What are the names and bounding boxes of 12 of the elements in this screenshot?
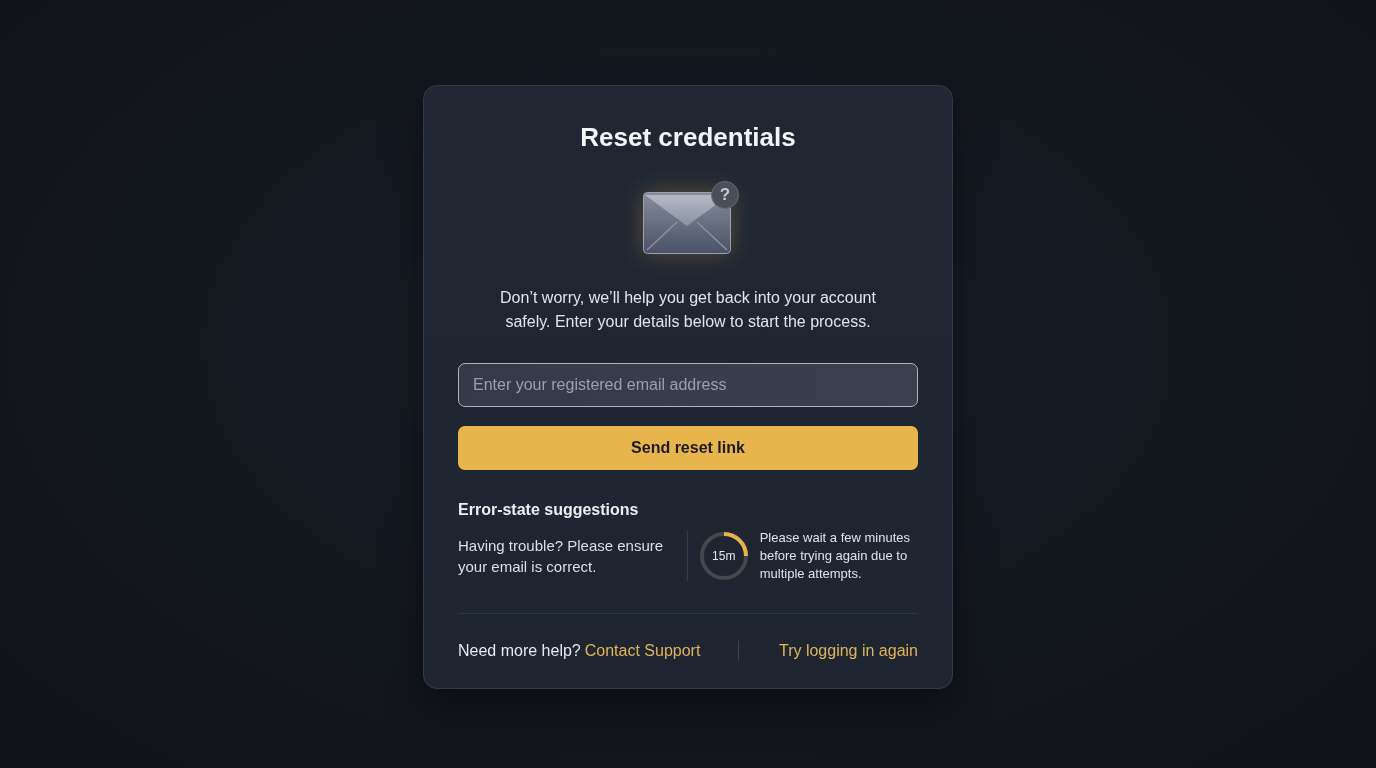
hint-text: Having trouble? Please ensure your email is correct. bbox=[458, 536, 665, 577]
help-prompt: Need more help? bbox=[458, 641, 581, 661]
contact-support-link[interactable]: Contact Support bbox=[584, 640, 701, 662]
dialog-title: Reset credentials bbox=[579, 121, 797, 153]
countdown-reading: 15m bbox=[712, 549, 736, 563]
dialog-description: Don’t worry, we’ll help you get back into your account safely. Enter your details below to start the process. bbox=[499, 288, 877, 332]
retry-login-link[interactable]: Try logging in again bbox=[778, 640, 918, 662]
suggestions-heading: Error-state suggestions bbox=[458, 500, 640, 520]
wait-message: Please wait a few minutes before trying again due to multiple attempts. bbox=[759, 529, 911, 583]
email-input[interactable]: Enter your registered email address bbox=[458, 363, 918, 407]
question-badge: ? bbox=[711, 181, 739, 209]
send-reset-link-button[interactable]: Send reset link bbox=[458, 426, 918, 470]
